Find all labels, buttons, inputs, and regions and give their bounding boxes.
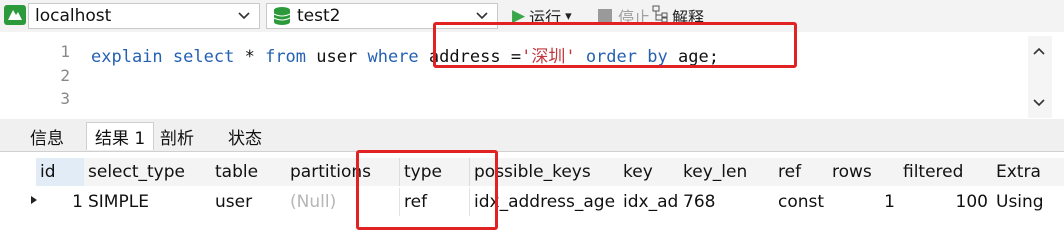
chevron-up-icon[interactable] — [1032, 44, 1046, 60]
cell-key-len[interactable]: 768 — [679, 188, 775, 216]
column-header-key[interactable]: key — [619, 158, 680, 186]
tab-result-1[interactable]: 结果 1 — [86, 122, 155, 150]
tab-info[interactable]: 信息 — [22, 122, 72, 150]
cell-extra[interactable]: Using — [992, 188, 1064, 216]
column-header-filtered[interactable]: filtered — [899, 158, 993, 186]
editor-scrollbar[interactable] — [1028, 36, 1052, 118]
cell-table[interactable]: user — [211, 188, 287, 216]
highlight-box-where-clause — [433, 22, 797, 68]
database-icon — [273, 7, 291, 25]
cell-select-type[interactable]: SIMPLE — [84, 188, 212, 216]
line-number: 3 — [60, 89, 70, 108]
connection-select[interactable]: localhost — [28, 3, 260, 29]
current-row-indicator-icon — [30, 195, 38, 208]
cell-key[interactable]: idx_ad — [619, 188, 680, 216]
line-number: 1 — [60, 42, 70, 61]
chevron-down-icon[interactable] — [1032, 96, 1046, 112]
column-header-ref[interactable]: ref — [774, 158, 829, 186]
sql-table: user — [316, 47, 358, 67]
chevron-down-icon[interactable] — [237, 8, 251, 26]
highlight-box-type-column — [356, 150, 498, 230]
column-header-extra[interactable]: Extra — [992, 158, 1064, 186]
sql-keyword: where — [367, 47, 419, 67]
tab-profile[interactable]: 剖析 — [152, 122, 202, 150]
sql-keyword: explain — [91, 47, 163, 67]
column-header-key-len[interactable]: key_len — [679, 158, 775, 186]
sql-star: * — [244, 47, 255, 67]
stop-icon — [598, 9, 612, 23]
sql-keyword: select — [172, 47, 235, 67]
connection-icon — [4, 5, 26, 25]
result-tabs: 信息 结果 1 剖析 状态 — [0, 119, 1064, 152]
column-header-table[interactable]: table — [211, 158, 287, 186]
column-header-id[interactable]: id — [36, 158, 88, 186]
cell-filtered[interactable]: 100 — [899, 188, 993, 216]
connection-select-value: localhost — [35, 6, 112, 26]
cell-ref[interactable]: const — [774, 188, 829, 216]
sql-keyword: from — [265, 47, 307, 67]
result-grid[interactable]: id select_type table partitions type pos… — [22, 156, 1064, 222]
cell-id[interactable]: 1 — [36, 188, 88, 216]
tab-status[interactable]: 状态 — [220, 122, 270, 150]
database-select-value: test2 — [297, 6, 341, 26]
cell-rows[interactable]: 1 — [828, 188, 900, 216]
line-number: 2 — [60, 66, 70, 85]
column-header-rows[interactable]: rows — [828, 158, 900, 186]
column-header-select-type[interactable]: select_type — [84, 158, 212, 186]
